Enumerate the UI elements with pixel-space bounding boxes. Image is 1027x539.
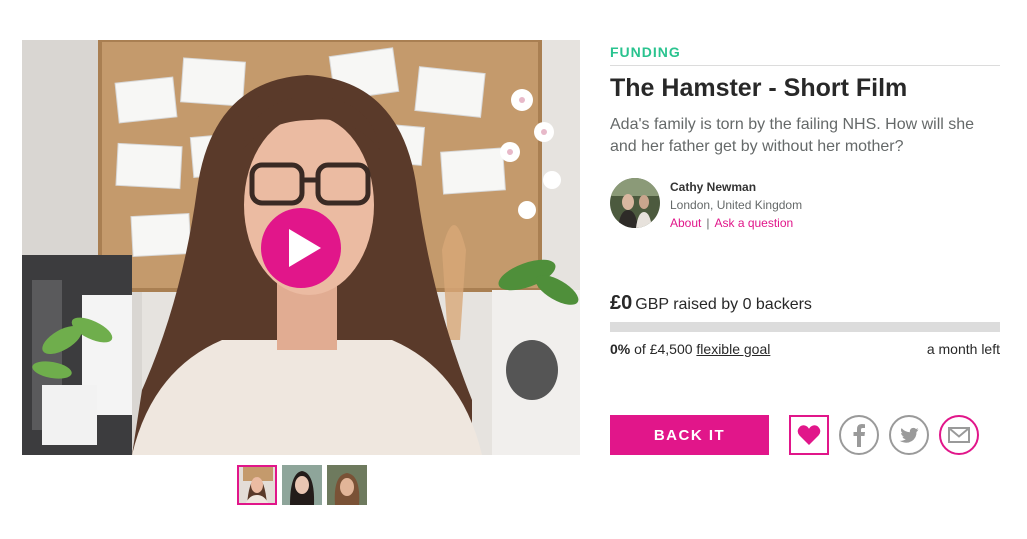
media-thumbnail-2[interactable] xyxy=(282,465,322,505)
media-thumbnails xyxy=(237,465,367,505)
creator-avatar[interactable] xyxy=(610,178,660,228)
creator-name: Cathy Newman xyxy=(670,180,757,194)
media-thumbnail-3[interactable] xyxy=(327,465,367,505)
project-blurb: Ada's family is torn by the failing NHS.… xyxy=(610,116,975,155)
project-title: The Hamster - Short Film xyxy=(610,74,908,102)
thumbnail-image xyxy=(237,465,277,505)
share-facebook-button[interactable] xyxy=(839,415,879,455)
creator-links: About | Ask a question xyxy=(670,216,793,230)
heart-icon xyxy=(797,425,821,445)
funding-status-label: FUNDING xyxy=(610,44,681,60)
thumbnail-image xyxy=(327,465,367,505)
link-separator: | xyxy=(706,216,710,230)
twitter-icon xyxy=(899,427,919,443)
funding-progress-bar xyxy=(610,322,1000,332)
goal-amount: of £4,500 xyxy=(634,341,693,357)
divider xyxy=(610,65,1000,66)
time-left: a month left xyxy=(926,341,1000,357)
avatar-image xyxy=(610,178,660,228)
goal-summary: 0% of £4,500 flexible goal xyxy=(610,341,770,357)
raised-description: GBP raised by 0 backers xyxy=(635,296,812,313)
thumbnail-image xyxy=(282,465,322,505)
project-video[interactable] xyxy=(22,40,580,455)
follow-button[interactable] xyxy=(789,415,829,455)
about-link[interactable]: About xyxy=(670,216,701,230)
share-email-button[interactable] xyxy=(939,415,979,455)
email-icon xyxy=(948,427,970,443)
back-it-button[interactable]: BACK IT xyxy=(610,415,769,455)
media-thumbnail-1[interactable] xyxy=(237,465,277,505)
flexible-goal-link[interactable]: flexible goal xyxy=(696,341,770,357)
funded-percent: 0% xyxy=(610,341,631,357)
raised-amount: £0 xyxy=(610,292,633,314)
ask-question-link[interactable]: Ask a question xyxy=(714,216,793,230)
creator-location: London, United Kingdom xyxy=(670,198,803,212)
play-button[interactable] xyxy=(261,208,341,288)
share-twitter-button[interactable] xyxy=(889,415,929,455)
facebook-icon xyxy=(853,424,865,447)
amount-raised: £0 GBP raised by 0 backers xyxy=(610,292,812,315)
play-icon xyxy=(289,229,321,267)
